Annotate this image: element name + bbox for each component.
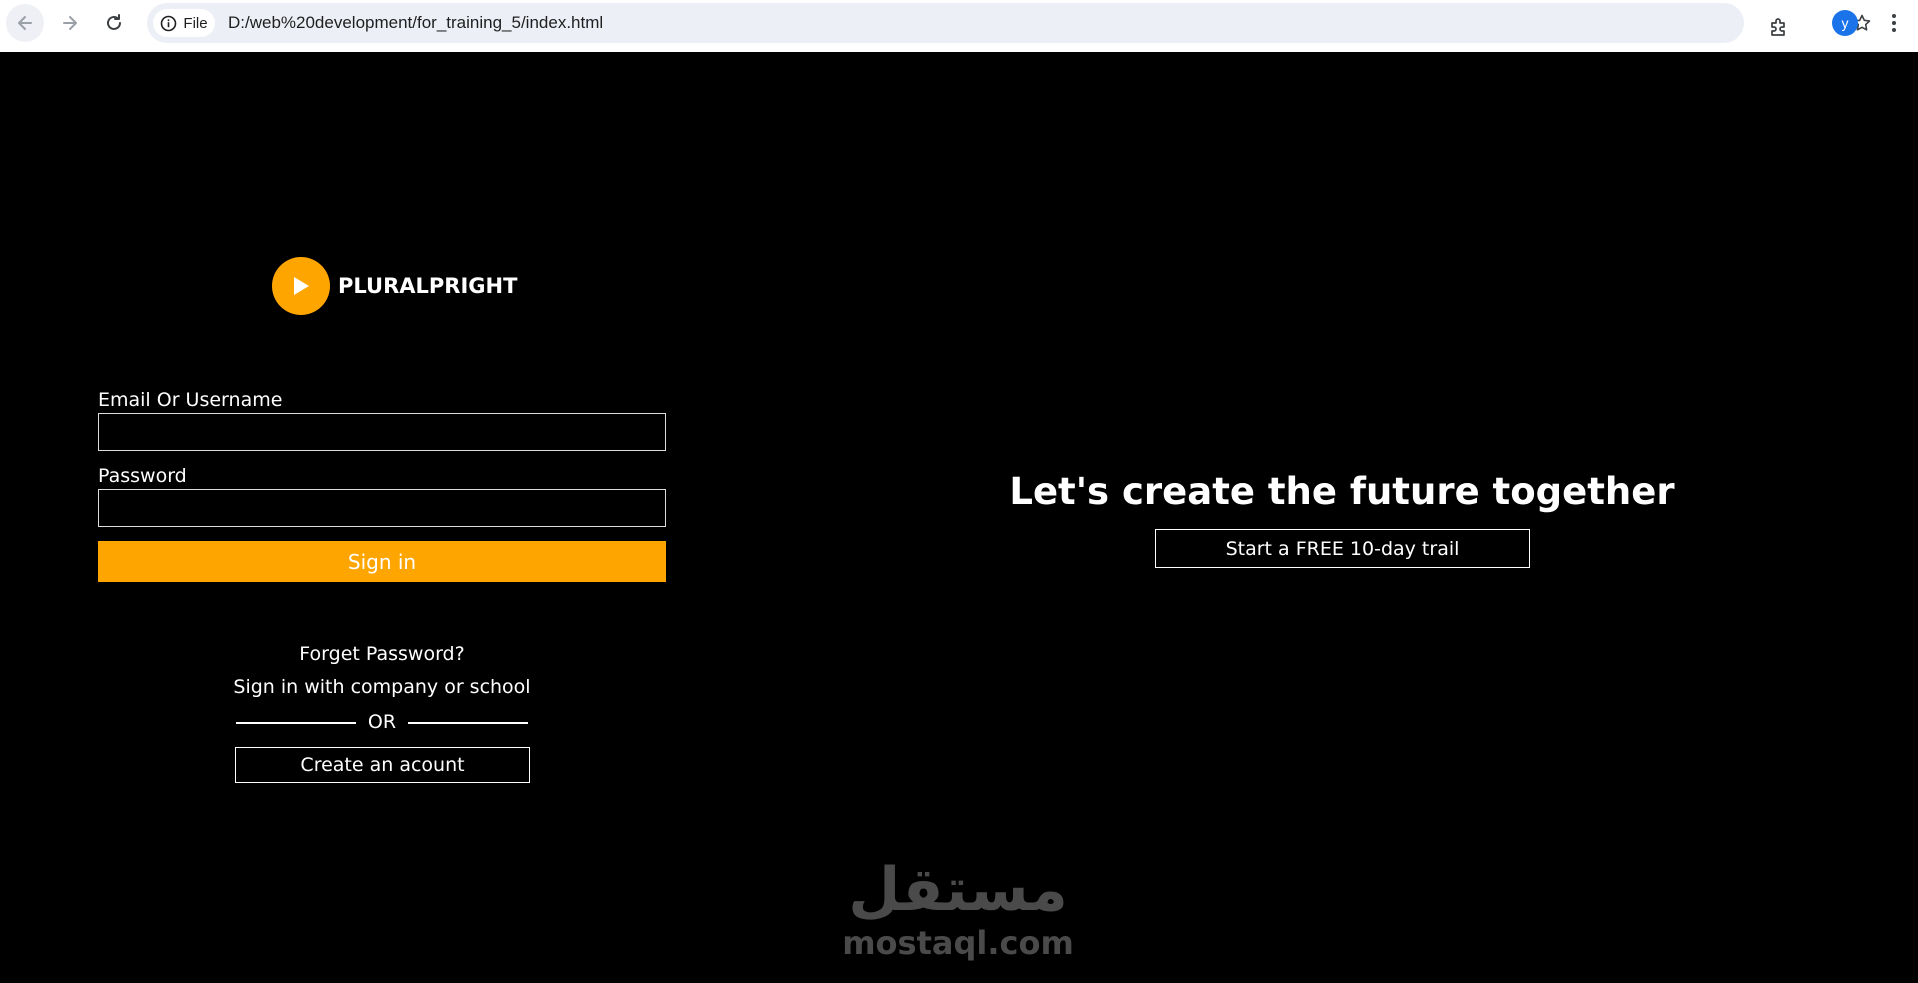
hero-headline: Let's create the future together	[1009, 470, 1675, 513]
company-sign-in-link[interactable]: Sign in with company or school	[98, 676, 666, 698]
or-divider: OR	[236, 711, 528, 735]
browser-toolbar: File D:/web%20development/for_training_5…	[0, 0, 1918, 52]
divider-line-right	[408, 722, 528, 724]
forget-password-link[interactable]: Forget Password?	[98, 643, 666, 665]
browser-menu-button[interactable]	[1880, 8, 1908, 38]
watermark-arabic-mark: مستقل	[848, 855, 1067, 925]
extensions-button[interactable]	[1760, 8, 1798, 46]
create-account-button[interactable]: Create an acount	[235, 747, 530, 783]
password-label: Password	[98, 465, 187, 487]
sign-in-button[interactable]: Sign in	[98, 541, 666, 582]
back-button[interactable]	[6, 4, 44, 42]
info-icon	[161, 15, 177, 31]
reload-button[interactable]	[95, 4, 133, 42]
watermark-logo: مستقل mostaql.com	[838, 852, 1078, 967]
brand-logo[interactable]: PLURALPRIGHT	[272, 256, 517, 316]
reload-icon	[107, 14, 121, 30]
email-label: Email Or Username	[98, 389, 283, 411]
extensions-icon	[1771, 18, 1785, 36]
play-icon	[294, 277, 309, 295]
logo-badge	[272, 257, 330, 315]
free-trial-button[interactable]: Start a FREE 10-day trail	[1155, 529, 1530, 568]
back-arrow-icon	[18, 16, 32, 30]
forward-button[interactable]	[51, 4, 89, 42]
kebab-menu-icon	[1892, 14, 1896, 32]
site-info-chip[interactable]: File	[153, 9, 215, 37]
watermark-arabic-text: مستقل	[848, 855, 1067, 924]
brand-name: PLURALPRIGHT	[338, 274, 518, 298]
site-chip-label: File	[183, 14, 208, 32]
address-bar[interactable]: File D:/web%20development/for_training_5…	[147, 3, 1871, 43]
watermark-latin-text: mostaql.com	[842, 924, 1074, 962]
forward-arrow-icon	[63, 16, 77, 30]
profile-avatar[interactable]: y	[1832, 10, 1858, 36]
password-input[interactable]	[98, 489, 666, 527]
email-input[interactable]	[98, 413, 666, 451]
url-text[interactable]: D:/web%20development/for_training_5/inde…	[228, 13, 603, 33]
